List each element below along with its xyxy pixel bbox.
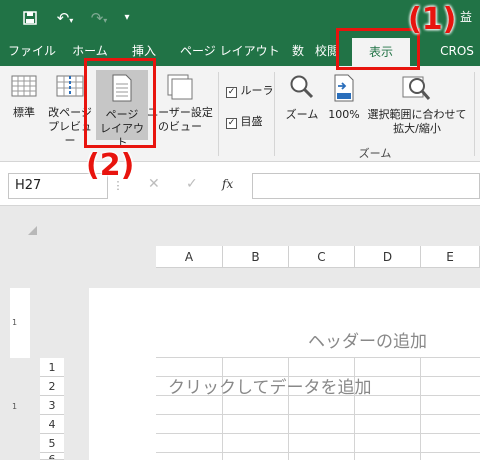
add-header-placeholder[interactable]: ヘッダーの追加 xyxy=(308,327,427,352)
row-header[interactable]: 6 xyxy=(40,453,64,460)
check-icon: ✓ xyxy=(226,87,237,98)
zoom-label: ズーム xyxy=(285,108,319,121)
check-icon: ✓ xyxy=(226,118,237,129)
custom-views-label-2: のビュー xyxy=(158,120,202,133)
zoom-100-icon xyxy=(334,74,354,102)
gridlines-checkbox[interactable]: ✓ 目盛 xyxy=(226,113,263,129)
zoom-to-selection-button[interactable]: 選択範囲に合わせて 拡大/縮小 xyxy=(364,74,470,136)
ruler-checkbox[interactable]: ✓ ルーラ xyxy=(226,82,274,98)
tab-crossview[interactable]: CROS xyxy=(434,36,480,66)
row-header[interactable]: 1 xyxy=(40,358,64,377)
gridline xyxy=(156,414,480,415)
ribbon-separator xyxy=(218,72,219,156)
row-header[interactable]: 3 xyxy=(40,396,64,415)
zoom-to-selection-label-1: 選択範囲に合わせて xyxy=(367,108,467,121)
save-icon[interactable] xyxy=(18,0,42,38)
enter-icon[interactable]: ✓ xyxy=(186,176,198,192)
custom-views-icon xyxy=(167,74,193,100)
custom-views-button[interactable]: ユーザー設定 のビュー xyxy=(146,74,214,134)
gridlines-checkbox-label: 目盛 xyxy=(240,115,263,128)
header-separator xyxy=(156,357,480,358)
row-header[interactable]: 2 xyxy=(40,377,64,396)
ribbon-separator xyxy=(474,72,475,156)
page-layout-highlight xyxy=(84,58,156,148)
zoom-to-selection-label-2: 拡大/縮小 xyxy=(393,122,441,135)
zoom-100-button[interactable]: 100% xyxy=(324,74,364,122)
zoom-100-label: 100% xyxy=(328,108,360,121)
column-header[interactable]: C xyxy=(289,246,355,268)
select-all-corner[interactable] xyxy=(28,226,37,235)
row-header[interactable]: 5 xyxy=(40,434,64,453)
customize-quick-access-icon[interactable]: ▾ xyxy=(118,0,136,36)
insert-function-icon[interactable]: fx xyxy=(222,177,233,191)
ribbon-separator xyxy=(274,72,275,156)
gridline xyxy=(156,433,480,434)
normal-view-label: 標準 xyxy=(13,106,35,119)
custom-views-label-1: ユーザー設定 xyxy=(147,106,213,119)
column-header[interactable]: A xyxy=(156,246,223,268)
formula-input[interactable] xyxy=(252,173,480,199)
gridline xyxy=(156,452,480,453)
magnifier-icon xyxy=(290,75,314,99)
zoom-to-selection-icon xyxy=(402,76,431,100)
ruler-mark: 1 xyxy=(12,318,18,327)
add-data-placeholder[interactable]: クリックしてデータを追加 xyxy=(168,373,372,398)
page-break-preview-icon xyxy=(56,75,84,97)
normal-view-icon xyxy=(11,75,37,97)
column-header[interactable]: D xyxy=(355,246,421,268)
normal-view-button[interactable]: 標準 xyxy=(4,74,44,120)
redo-icon[interactable]: ↷▾ xyxy=(84,0,114,39)
zoom-group-label: ズーム xyxy=(358,147,392,160)
ruler-checkbox-label: ルーラ xyxy=(240,84,274,97)
row-header[interactable]: 4 xyxy=(40,415,64,434)
column-header[interactable]: B xyxy=(223,246,289,268)
window-title-fragment: 益 xyxy=(460,10,473,24)
callout-2: (2) xyxy=(86,148,135,183)
zoom-button[interactable]: ズーム xyxy=(282,74,322,122)
gridline xyxy=(420,357,421,460)
ruler-mark: 1 xyxy=(12,402,18,411)
tab-page-layout[interactable]: ページ レイアウト xyxy=(180,36,280,66)
column-header[interactable]: E xyxy=(421,246,480,268)
tab-formulas[interactable]: 数 xyxy=(288,36,308,66)
tab-file[interactable]: ファイル xyxy=(8,36,56,66)
cancel-icon[interactable]: ✕ xyxy=(148,176,160,192)
callout-1: (1) xyxy=(408,2,457,37)
undo-icon[interactable]: ↶▾ xyxy=(50,0,80,39)
